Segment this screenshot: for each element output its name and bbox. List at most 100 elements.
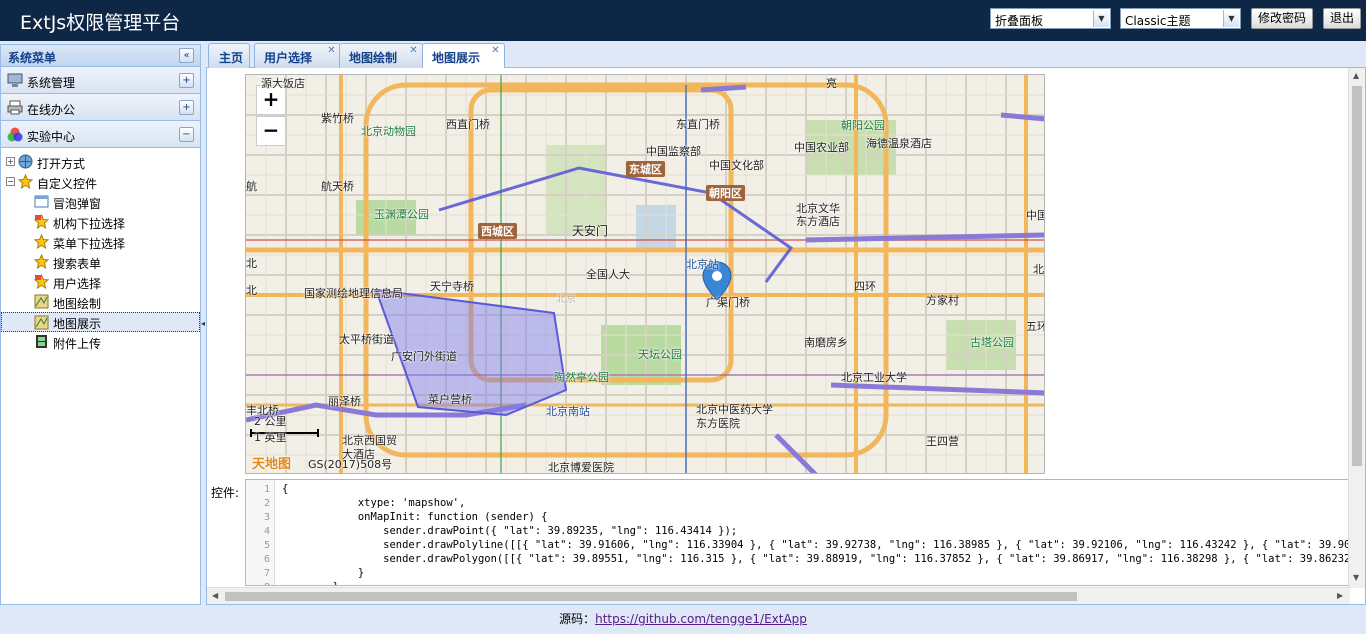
printer-icon <box>7 100 23 115</box>
map-label: 北 <box>1033 263 1044 276</box>
map-label: 西直门桥 <box>446 118 490 131</box>
code-line: sender.drawPolyline([[{ "lat": 39.91606,… <box>282 539 1350 551</box>
star-icon <box>34 254 49 269</box>
tree-node-file-upload[interactable]: 附件上传 <box>1 332 200 352</box>
tab-bar: 主页 用户选择 ✕ 地图绘制 ✕ 地图展示 ✕ <box>206 41 1366 69</box>
map-label: 方家村 <box>926 294 959 307</box>
tab-user-select[interactable]: 用户选择 ✕ <box>254 43 341 68</box>
map-icon <box>34 315 49 330</box>
line-number: 7 <box>263 568 270 579</box>
map-label: 全国人大 <box>586 268 630 281</box>
watermark-label: 北京 <box>556 294 576 305</box>
map-label: 中国监察部 <box>646 145 701 158</box>
accordion-system-management[interactable]: 系统管理 + <box>1 67 200 94</box>
expand-icon[interactable]: + <box>179 100 194 115</box>
map-label: 航 <box>246 180 257 193</box>
map-label: 南磨房乡 <box>804 336 848 349</box>
map-label: 东方酒店 <box>796 215 840 228</box>
scroll-thumb[interactable] <box>1352 86 1362 466</box>
sidebar-title: 系统菜单 <box>8 51 57 65</box>
horizontal-scrollbar[interactable]: ◀ ▶ <box>207 587 1350 604</box>
map-label: 东方医院 <box>696 417 740 430</box>
accordion-label: 系统管理 <box>27 76 76 90</box>
line-number: 2 <box>263 498 270 509</box>
expand-icon[interactable]: + <box>179 73 194 88</box>
star-icon <box>34 234 49 249</box>
zoom-out-button[interactable]: − <box>256 116 286 146</box>
change-password-button[interactable]: 修改密码 <box>1251 8 1313 29</box>
window-icon <box>34 195 49 208</box>
expand-icon[interactable]: + <box>6 157 15 166</box>
line-number: 3 <box>263 512 270 523</box>
map-view[interactable]: + − 东城区 朝阳区 西城区 源大饭店 紫竹桥 北京动物园 西直门桥 东直门桥… <box>245 74 1045 474</box>
map-label: 海德温泉酒店 <box>866 137 932 150</box>
tree-node-search-form[interactable]: 搜索表单 <box>1 252 200 272</box>
close-icon[interactable]: ✕ <box>490 46 501 57</box>
map-label: 亮 <box>826 77 837 90</box>
theme-select-value: Classic主题 <box>1125 14 1191 28</box>
tree-node-label: 自定义控件 <box>37 177 98 191</box>
accordion-online-office[interactable]: 在线办公 + <box>1 94 200 121</box>
source-link[interactable]: https://github.com/tengge1/ExtApp <box>595 612 807 626</box>
district-label: 东城区 <box>626 161 665 177</box>
map-label: 太平桥街道 <box>339 333 394 346</box>
map-label: 北京站 <box>686 258 719 271</box>
close-icon[interactable]: ✕ <box>326 46 337 57</box>
map-label: 广渠门桥 <box>706 296 750 309</box>
layout-select[interactable]: 折叠面板 ▼ <box>990 8 1111 29</box>
scroll-right-icon[interactable]: ▶ <box>1337 591 1343 600</box>
accordion-label: 在线办公 <box>27 103 76 117</box>
footer: 源码：https://github.com/tengge1/ExtApp <box>0 605 1366 634</box>
tree-node-map-show[interactable]: 地图展示 <box>1 312 200 332</box>
film-icon <box>36 335 47 348</box>
tree-node-label: 用户选择 <box>53 277 102 291</box>
tree-node-org-dropdown[interactable]: 机构下拉选择 <box>1 212 200 232</box>
code-line: sender.drawPoint({ "lat": 39.89235, "lng… <box>282 525 738 537</box>
code-line: } <box>282 581 339 585</box>
tree-node-label: 地图展示 <box>53 317 102 331</box>
collapse-marker-icon: ◂ <box>201 319 206 328</box>
sidebar: 系统菜单 « 系统管理 + 在线办公 + 实验中心 − + 打开方式 − 自定义… <box>0 44 201 605</box>
layout-select-value: 折叠面板 <box>995 14 1044 28</box>
tab-map-show[interactable]: 地图展示 ✕ <box>422 43 505 69</box>
tab-label: 地图展示 <box>432 51 481 65</box>
map-label: 源大饭店 <box>261 77 305 90</box>
vertical-scrollbar[interactable]: ▲ ▼ <box>1348 68 1365 588</box>
tree-node-user-select[interactable]: 用户选择 <box>1 272 200 292</box>
tree-node-bubble-popup[interactable]: 冒泡弹窗 <box>1 192 200 212</box>
district-label: 朝阳区 <box>706 185 745 201</box>
map-label: 东直门桥 <box>676 118 720 131</box>
globe-icon <box>18 154 33 169</box>
collapse-icon[interactable]: − <box>6 177 15 186</box>
tab-label: 地图绘制 <box>349 51 398 65</box>
logout-button[interactable]: 退出 <box>1323 8 1361 29</box>
collapse-left-icon[interactable]: « <box>179 48 194 63</box>
star-icon <box>18 174 33 189</box>
tianditu-logo: 天地图 <box>252 457 292 472</box>
accordion-lab-center[interactable]: 实验中心 − <box>1 121 200 148</box>
code-editor[interactable]: 1 2 3 4 5 6 7 8 { xtype: 'mapshow', onMa… <box>245 479 1350 586</box>
tab-home[interactable]: 主页 <box>208 43 250 68</box>
tree-node-label: 机构下拉选择 <box>53 217 126 231</box>
scroll-up-icon[interactable]: ▲ <box>1353 71 1359 80</box>
collapse-icon[interactable]: − <box>179 127 194 142</box>
map-label: 四环 <box>854 280 876 293</box>
tree-node-map-draw[interactable]: 地图绘制 <box>1 292 200 312</box>
line-number: 8 <box>264 582 270 585</box>
tab-map-draw[interactable]: 地图绘制 ✕ <box>339 43 423 68</box>
tree-node-open-mode[interactable]: + 打开方式 <box>1 152 200 172</box>
tree-node-menu-dropdown[interactable]: 菜单下拉选择 <box>1 232 200 252</box>
theme-select[interactable]: Classic主题 ▼ <box>1120 8 1241 29</box>
map-label: 北 <box>246 257 257 270</box>
code-line: xtype: 'mapshow', <box>282 497 466 509</box>
chevron-down-icon: ▼ <box>1093 10 1109 27</box>
tree-node-custom-controls[interactable]: − 自定义控件 <box>1 172 200 192</box>
map-label: 中国 <box>1026 209 1044 222</box>
scroll-thumb[interactable] <box>225 592 1077 601</box>
map-label: 中国农业部 <box>794 141 849 154</box>
scroll-left-icon[interactable]: ◀ <box>212 591 218 600</box>
close-icon[interactable]: ✕ <box>408 46 419 57</box>
scroll-down-icon[interactable]: ▼ <box>1353 573 1359 582</box>
map-label: 国家测绘地理信息局 <box>304 287 403 300</box>
star-icon <box>34 274 49 289</box>
